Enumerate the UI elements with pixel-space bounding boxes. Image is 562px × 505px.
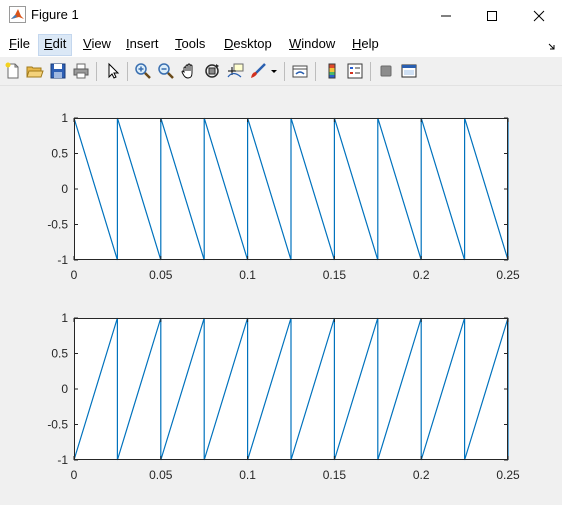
link-plot-button[interactable] <box>289 60 311 82</box>
rotate-3d-button[interactable] <box>201 60 223 82</box>
maximize-icon <box>487 11 497 21</box>
minimize-icon <box>441 15 451 17</box>
brush-button[interactable] <box>247 60 269 82</box>
toolbar-separator <box>96 62 97 81</box>
x-tick-label: 0.1 <box>239 468 256 482</box>
zoom-out-button[interactable] <box>155 60 177 82</box>
toolbar-separator <box>370 62 371 81</box>
window-title: Figure 1 <box>31 7 79 22</box>
toolbar-separator <box>284 62 285 81</box>
open-file-button[interactable] <box>24 60 46 82</box>
menu-bar: File Edit View Insert Tools Desktop Wind… <box>0 31 562 57</box>
zoom-in-button[interactable] <box>132 60 154 82</box>
show-plot-tools-button[interactable] <box>398 60 420 82</box>
brush-icon <box>251 63 266 78</box>
pointer-button[interactable] <box>102 60 124 82</box>
y-tick-label: 1 <box>61 311 68 325</box>
data-cursor-button[interactable] <box>224 60 246 82</box>
menu-insert[interactable]: Insert <box>121 34 164 56</box>
x-tick-label: 0.25 <box>496 268 520 282</box>
y-tick-label: -0.5 <box>47 418 68 432</box>
x-tick-label: 0.05 <box>149 268 173 282</box>
figure-toolbar <box>0 57 562 86</box>
insert-colorbar-button[interactable] <box>321 60 343 82</box>
menu-edit[interactable]: Edit <box>38 34 73 56</box>
insert-legend-icon <box>347 63 363 79</box>
menu-tools[interactable]: Tools <box>170 34 210 56</box>
menu-view[interactable]: View <box>78 34 116 56</box>
brush-dropdown-button[interactable] <box>268 60 280 82</box>
menu-dock-arrow-icon[interactable] <box>548 39 556 54</box>
toolbar-separator <box>127 62 128 81</box>
menu-window[interactable]: Window <box>284 34 340 56</box>
rotate-3d-icon <box>205 64 219 78</box>
x-tick-label: 0.25 <box>496 468 520 482</box>
print-button[interactable] <box>70 60 92 82</box>
pointer-icon <box>108 62 120 79</box>
save-button[interactable] <box>47 60 69 82</box>
close-button[interactable] <box>516 0 562 31</box>
y-tick-label: -1 <box>57 253 68 267</box>
link-plot-icon <box>292 65 308 78</box>
save-icon <box>50 63 66 79</box>
figure-canvas[interactable]: 0 0.05 0.1 0.15 0.2 0.25 1 0.5 0 -0.5 -1 0 0.05 0.1 0.… <box>0 86 562 505</box>
y-tick-label: 0.5 <box>51 347 68 361</box>
x-tick-label: 0.05 <box>149 468 173 482</box>
matlab-logo-icon <box>9 6 26 23</box>
menu-help[interactable]: Help <box>347 34 384 56</box>
close-icon <box>533 10 545 22</box>
y-tick-label: 1 <box>61 111 68 125</box>
new-figure-icon <box>5 62 19 79</box>
zoom-out-icon <box>158 63 174 79</box>
pan-button[interactable] <box>178 60 200 82</box>
insert-colorbar-icon <box>328 63 336 79</box>
y-tick-label: 0.5 <box>51 147 68 161</box>
print-icon <box>73 63 89 79</box>
x-tick-label: 0.2 <box>413 468 430 482</box>
open-file-icon <box>26 66 44 78</box>
data-cursor-icon <box>227 63 244 78</box>
new-figure-button[interactable] <box>2 60 24 82</box>
zoom-in-icon <box>135 63 151 79</box>
hide-plot-tools-button[interactable] <box>375 60 397 82</box>
minimize-button[interactable] <box>423 0 469 31</box>
menu-desktop[interactable]: Desktop <box>219 34 277 56</box>
toolbar-separator <box>315 62 316 81</box>
x-tick-label: 0.2 <box>413 268 430 282</box>
y-tick-label: 0 <box>61 182 68 196</box>
x-tick-label: 0.15 <box>323 268 347 282</box>
x-tick-label: 0 <box>71 468 78 482</box>
show-plot-tools-icon <box>401 64 417 78</box>
pan-hand-icon <box>181 63 193 79</box>
brush-dropdown-icon <box>271 70 277 73</box>
x-tick-label: 0 <box>71 268 78 282</box>
menu-file[interactable]: File <box>4 34 35 56</box>
y-tick-label: -0.5 <box>47 218 68 232</box>
hide-plot-tools-icon <box>380 65 392 77</box>
figure-plots[interactable]: 0 0.05 0.1 0.15 0.2 0.2510.50-0.5-10 0.05 0.1 0.… <box>0 86 562 505</box>
maximize-button[interactable] <box>469 0 515 31</box>
x-tick-label: 0.15 <box>323 468 347 482</box>
y-tick-label: -1 <box>57 453 68 467</box>
title-bar: Figure 1 <box>0 0 562 31</box>
x-tick-label: 0.1 <box>239 268 256 282</box>
insert-legend-button[interactable] <box>344 60 366 82</box>
y-tick-label: 0 <box>61 382 68 396</box>
